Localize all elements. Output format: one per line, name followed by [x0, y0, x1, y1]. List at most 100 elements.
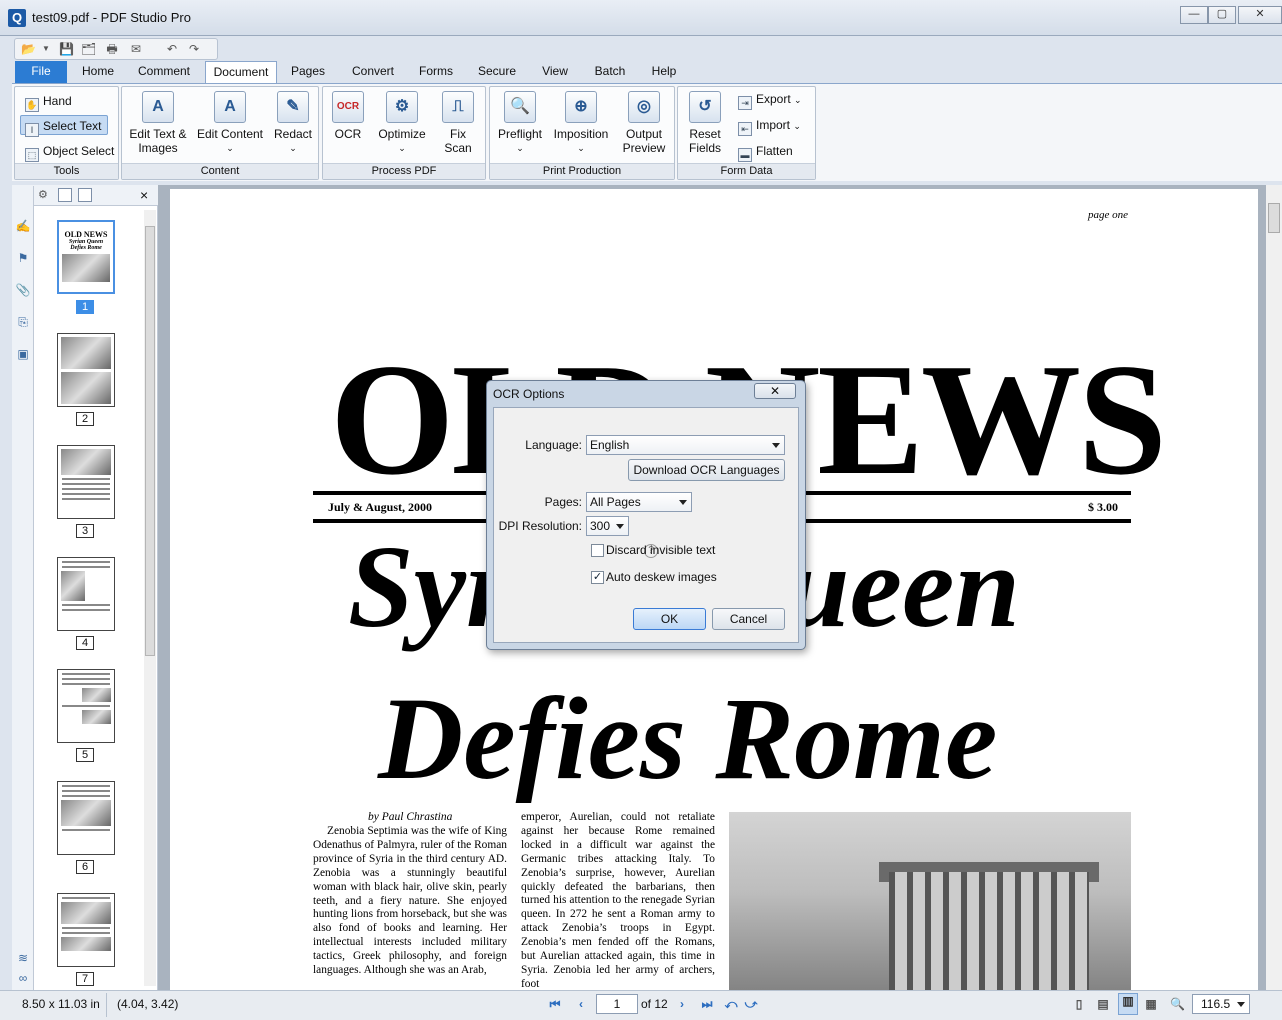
imposition-button[interactable]: ⊕ Imposition ⌄ — [550, 91, 612, 155]
bookmark-flag-icon[interactable]: ⚑ — [15, 250, 31, 266]
tab-document[interactable]: Document — [205, 61, 277, 83]
page-label: page one — [1088, 209, 1129, 221]
layers-icon[interactable]: ▣ — [15, 346, 31, 362]
form-data-group-label: Form Data — [678, 163, 815, 179]
minimize-button[interactable]: — — [1180, 6, 1208, 24]
photo-ruin-columns — [889, 872, 1089, 990]
pages-icon[interactable]: ⎘ — [15, 314, 31, 330]
close-panel-icon[interactable]: × — [140, 187, 148, 203]
page-thumbnail-2[interactable] — [57, 333, 115, 407]
dropdown-arrow-icon — [772, 443, 780, 448]
close-window-button[interactable]: ✕ — [1238, 6, 1282, 24]
download-ocr-languages-button[interactable]: Download OCR Languages — [628, 459, 785, 481]
paperclip-icon[interactable]: 📎 — [15, 282, 31, 298]
fix-scan-button[interactable]: ⎍ Fix Scan — [435, 91, 481, 155]
document-scrollbar-thumb[interactable] — [1268, 203, 1280, 233]
preflight-button[interactable]: 🔍 Preflight ⌄ — [494, 91, 546, 155]
tab-home[interactable]: Home — [74, 61, 122, 83]
tab-comment[interactable]: Comment — [132, 61, 196, 83]
thumbnail-scrollbar-thumb[interactable] — [145, 226, 155, 656]
cancel-button[interactable]: Cancel — [712, 608, 785, 630]
import-button[interactable]: ⇤ Import ⌄ — [734, 115, 814, 136]
byline: by Paul Chrastina — [368, 811, 453, 823]
zoom-out-icon[interactable]: 🔍 — [1170, 997, 1185, 1011]
pages-select[interactable]: All Pages — [586, 492, 692, 512]
dropdown-arrow-icon[interactable]: ▼ — [39, 42, 53, 56]
thumbnail-panel: OLD NEWS Syrian Queen Defies Rome 1 2 3 … — [34, 206, 158, 990]
page-thumbnail-3[interactable] — [57, 445, 115, 519]
tab-forms[interactable]: Forms — [416, 61, 456, 83]
tab-convert[interactable]: Convert — [346, 61, 400, 83]
tab-batch[interactable]: Batch — [590, 61, 630, 83]
select-text-button[interactable]: I Select Text — [20, 115, 108, 137]
tab-help[interactable]: Help — [648, 61, 680, 83]
redo-icon[interactable]: ↷ — [187, 42, 201, 56]
page-thumbnail-4[interactable] — [57, 557, 115, 631]
page-thumbnail-6[interactable] — [57, 781, 115, 855]
tab-view[interactable]: View — [538, 61, 572, 83]
print-icon[interactable]: 🖶 — [105, 42, 119, 56]
output-preview-button[interactable]: ◎ Output Preview — [616, 91, 672, 155]
tab-file[interactable]: File — [15, 61, 67, 83]
save-all-icon[interactable]: 🗂 — [81, 42, 96, 56]
continuous-page-icon[interactable]: ▤ — [1096, 997, 1110, 1011]
language-select[interactable]: English — [586, 435, 785, 455]
tab-pages[interactable]: Pages — [286, 61, 330, 83]
page-thumbnail-7[interactable] — [57, 893, 115, 967]
maximize-button[interactable]: ▢ — [1208, 6, 1236, 24]
edit-content-button[interactable]: A Edit Content ⌄ — [196, 91, 264, 155]
redact-button[interactable]: ✎ Redact ⌄ — [270, 91, 316, 155]
ok-button[interactable]: OK — [633, 608, 706, 630]
window-title: test09.pdf - PDF Studio Pro — [32, 10, 191, 25]
edit-text-icon: A — [142, 91, 174, 123]
object-select-button[interactable]: ⬚ Object Select — [21, 141, 117, 162]
auto-deskew-label[interactable]: Auto deskew images — [606, 570, 717, 584]
stack-icon[interactable]: ≋ — [15, 950, 31, 966]
chevron-down-icon: ⌄ — [516, 143, 524, 153]
page-number-input[interactable]: 1 — [596, 994, 638, 1014]
ocr-button[interactable]: OCR OCR — [327, 91, 369, 141]
page-thumbnail-5[interactable] — [57, 669, 115, 743]
flatten-button[interactable]: ▬ Flatten — [734, 141, 814, 162]
continuous-scroll-icon[interactable]: ▥ — [1118, 993, 1138, 1015]
next-view-icon[interactable]: ⤻ — [744, 997, 758, 1011]
previous-view-icon[interactable]: ⤺ — [724, 997, 738, 1011]
reset-fields-button[interactable]: ↺ Reset Fields — [682, 91, 728, 155]
auto-deskew-checkbox[interactable]: ✓ — [591, 571, 604, 584]
next-page-icon[interactable]: › — [675, 997, 689, 1011]
open-folder-icon[interactable]: 📂 — [21, 42, 36, 56]
discard-invisible-label[interactable]: Discard invisible text — [606, 543, 715, 557]
dpi-select[interactable]: 300 — [586, 516, 629, 536]
page-number-label: 6 — [76, 860, 94, 874]
reset-fields-icon: ↺ — [689, 91, 721, 123]
undo-icon[interactable]: ↶ — [165, 42, 179, 56]
tab-secure[interactable]: Secure — [474, 61, 520, 83]
last-page-icon[interactable]: ⏭ — [700, 997, 714, 1011]
page-thumbnail-1[interactable]: OLD NEWS Syrian Queen Defies Rome — [57, 220, 115, 294]
dialog-close-button[interactable]: ✕ — [754, 383, 796, 399]
zoom-select[interactable]: 116.5 — [1192, 994, 1250, 1014]
copy-pages-icon[interactable] — [58, 188, 72, 202]
left-sidebar: ✍ ⚑ 📎 ⎘ ▣ ≋ ∞ — [12, 186, 34, 990]
article-column-2: emperor, Aurelian, could not retaliate a… — [521, 811, 715, 990]
single-page-icon[interactable]: ▯ — [1072, 997, 1086, 1011]
cursor-coordinates: (4.04, 3.42) — [117, 997, 179, 1011]
hand-tool-button[interactable]: ✋ Hand — [21, 91, 113, 112]
first-page-icon[interactable]: ⏮ — [548, 997, 562, 1011]
scanner-icon: ⎍ — [442, 91, 474, 123]
insert-pages-icon[interactable] — [78, 188, 92, 202]
link-icon[interactable]: ∞ — [15, 970, 31, 986]
page-size: 8.50 x 11.03 in — [22, 997, 100, 1011]
facing-pages-icon[interactable]: ▦ — [1144, 997, 1158, 1011]
article-photo — [729, 812, 1131, 990]
optimize-button[interactable]: ⚙ Optimize ⌄ — [375, 91, 429, 155]
settings-sliders-icon[interactable]: ⚙ — [38, 188, 52, 202]
edit-text-images-button[interactable]: A Edit Text & Images — [126, 91, 190, 155]
export-button[interactable]: ⇥ Export ⌄ — [734, 89, 814, 110]
document-scrollbar[interactable] — [1266, 185, 1282, 990]
previous-page-icon[interactable]: ‹ — [574, 997, 588, 1011]
email-icon[interactable]: ✉ — [129, 42, 143, 56]
save-icon[interactable]: 💾 — [59, 42, 74, 56]
signature-icon[interactable]: ✍ — [15, 218, 31, 234]
discard-invisible-checkbox[interactable] — [591, 544, 604, 557]
